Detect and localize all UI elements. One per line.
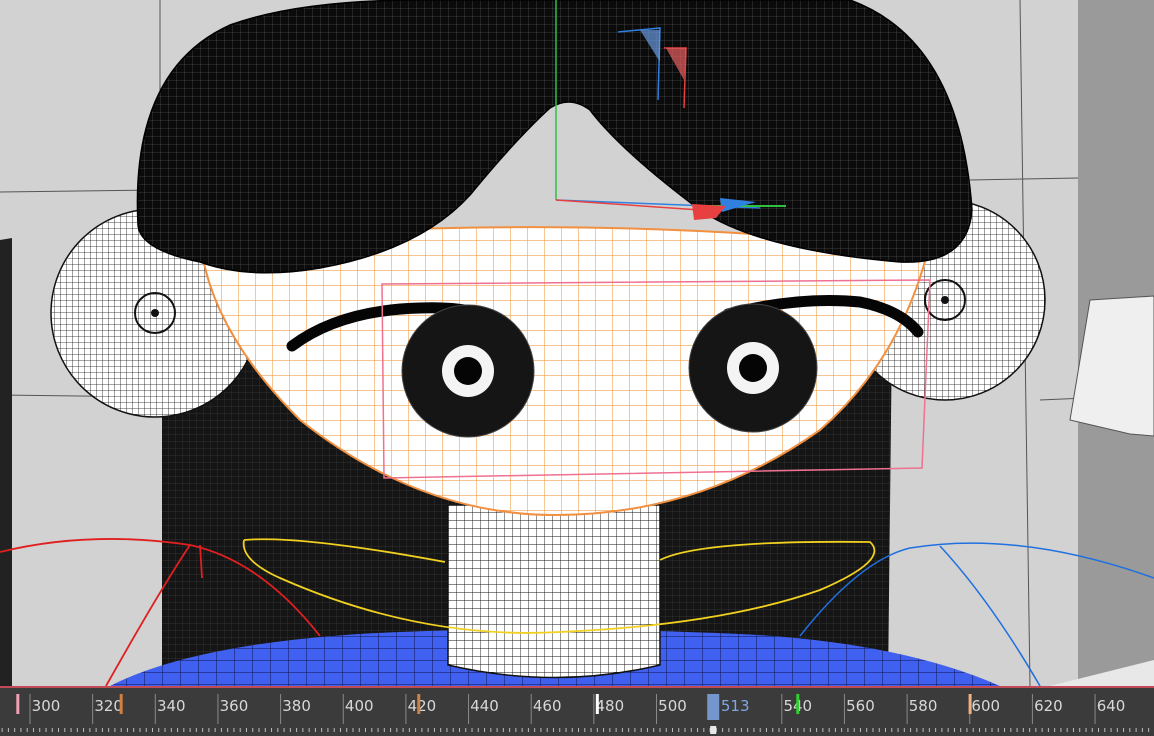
keyframe-marker[interactable] <box>796 694 800 714</box>
playhead-handle[interactable] <box>710 726 717 734</box>
tick-label-600: 600 <box>971 697 1000 715</box>
tick-label-300: 300 <box>32 697 61 715</box>
current-frame-label: 513 <box>721 697 750 715</box>
tick-label-620: 620 <box>1034 697 1063 715</box>
keyframe-marker[interactable] <box>595 694 599 714</box>
tick-label-500: 500 <box>658 697 687 715</box>
left-eye-mesh[interactable] <box>401 304 535 438</box>
tick-label-400: 400 <box>345 697 374 715</box>
tick-label-360: 360 <box>220 697 249 715</box>
tick-label-420: 420 <box>408 697 437 715</box>
tick-label-480: 480 <box>596 697 625 715</box>
tick-label-460: 460 <box>533 697 562 715</box>
right-eye-mesh[interactable] <box>688 303 818 433</box>
timeline-bar[interactable]: 3003203403603804004204404604805005405605… <box>0 686 1154 736</box>
tick-label-440: 440 <box>470 697 499 715</box>
3d-viewport[interactable] <box>0 0 1154 686</box>
tick-label-320: 320 <box>94 697 123 715</box>
neck-mesh[interactable] <box>447 504 661 679</box>
keyframe-marker[interactable] <box>968 694 972 714</box>
keyframe-marker[interactable] <box>16 694 20 714</box>
current-frame-indicator[interactable] <box>707 694 720 720</box>
tick-label-640: 640 <box>1097 697 1126 715</box>
timeline-ruler[interactable]: 3003203403603804004204404604805005405605… <box>0 688 1154 736</box>
keyframe-marker[interactable] <box>119 694 123 714</box>
tick-label-380: 380 <box>282 697 311 715</box>
tick-label-560: 560 <box>846 697 875 715</box>
keyframe-marker[interactable] <box>417 694 421 714</box>
tick-label-340: 340 <box>157 697 186 715</box>
tick-label-580: 580 <box>909 697 938 715</box>
